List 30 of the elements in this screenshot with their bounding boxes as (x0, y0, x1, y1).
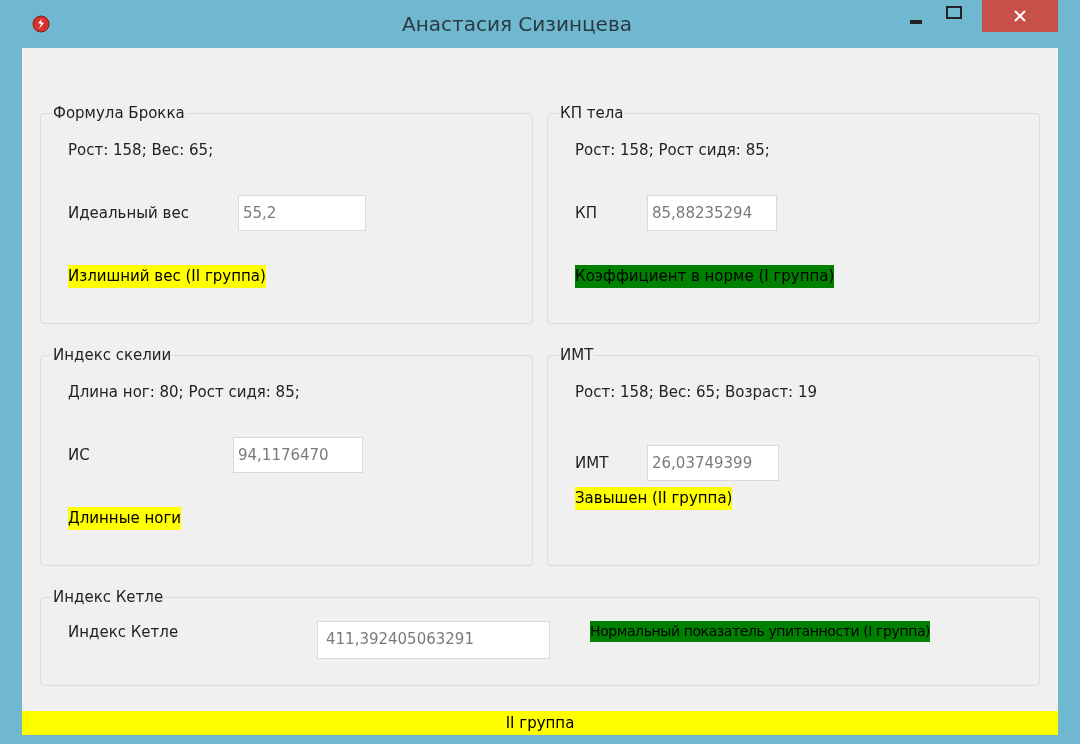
field-label: ИМТ (575, 452, 610, 474)
group-title: Формула Брокка (52, 103, 186, 124)
result-label: Нормальный показатель упитанности (I группа) (590, 620, 931, 642)
value-field[interactable]: 26,03749399 (647, 445, 779, 481)
group-title: Индекс Кетле (52, 587, 165, 608)
field-label: Идеальный вес (68, 202, 190, 224)
result-label: Длинные ноги (68, 507, 182, 530)
value-field[interactable]: 94,1176470 (233, 437, 363, 473)
result-label: Излишний вес (II группа) (68, 265, 266, 288)
value-field[interactable]: 55,2 (238, 195, 366, 231)
info-text: Рост: 158; Вес: 65; (68, 139, 215, 161)
window-title: Анастасия Сизинцева (402, 11, 632, 38)
result-label: Коэффициент в норме (I группа) (575, 265, 835, 288)
info-text: Рост: 158; Рост сидя: 85; (575, 139, 771, 161)
field-label: Индекс Кетле (68, 621, 180, 643)
group-title: ИМТ (559, 345, 595, 366)
close-button[interactable] (982, 0, 1058, 32)
value-field[interactable]: 411,392405063291 (317, 620, 550, 659)
group-title: Индекс скелии (52, 345, 173, 366)
maximize-icon[interactable] (946, 6, 962, 19)
status-bar: II группа (22, 711, 1058, 735)
result-label: Завышен (II группа) (575, 487, 733, 510)
field-label: ИС (68, 444, 91, 466)
value-field[interactable]: 85,88235294 (647, 195, 777, 231)
field-label: КП (575, 202, 598, 224)
info-text: Длина ног: 80; Рост сидя: 85; (68, 381, 301, 403)
group-title: КП тела (559, 103, 625, 124)
info-text: Рост: 158; Вес: 65; Возраст: 19 (575, 381, 819, 403)
close-icon (1014, 10, 1026, 22)
app-icon (32, 15, 50, 33)
